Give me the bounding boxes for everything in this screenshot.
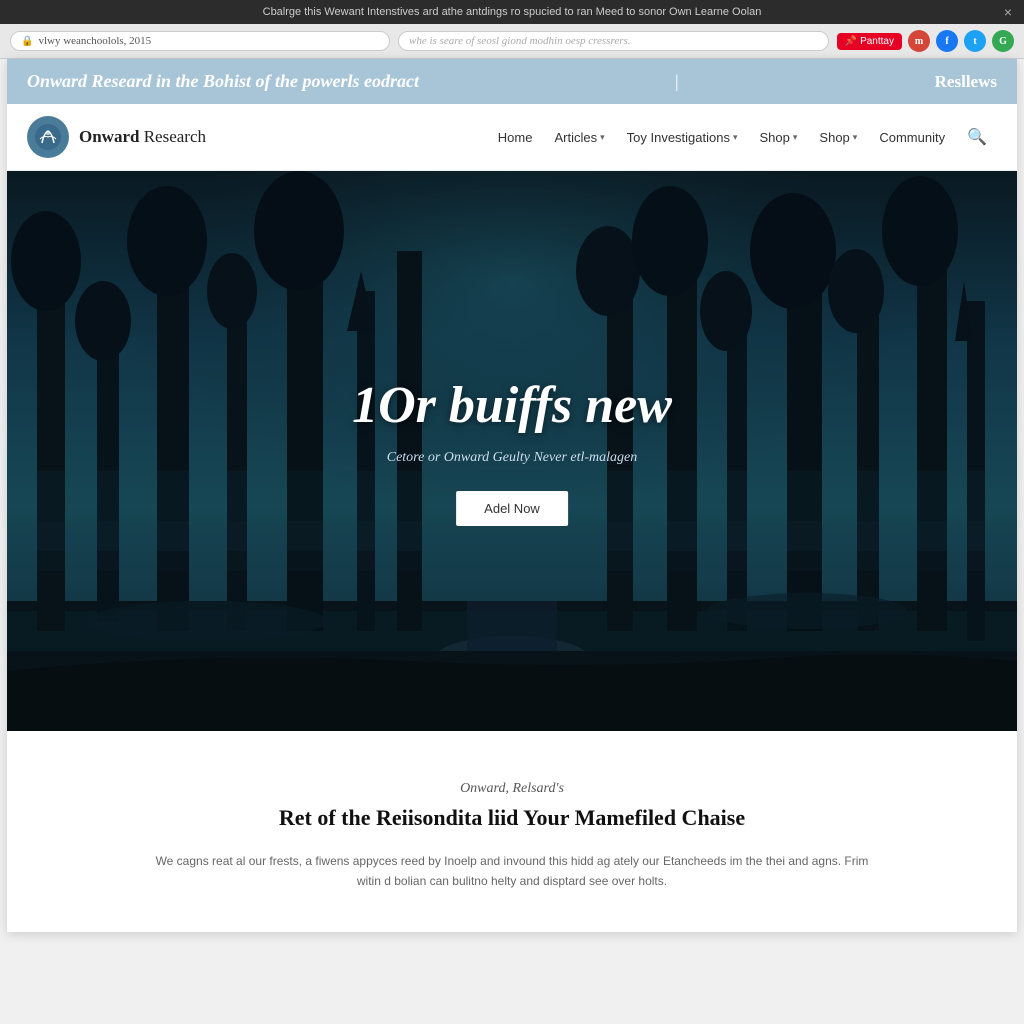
chevron-icon: ▾ [793,132,798,143]
content-body: We cagns reat al our frests, a fiwens ap… [152,851,872,892]
logo-text: Onward Research [79,127,206,147]
site-navigation: Onward Research Home Articles ▾ Toy Inve… [7,104,1017,171]
url-text: vlwy weanchoolols, 2015 [38,35,151,47]
search-placeholder-text: whe is seare of seosl giond modhin oesp … [409,35,631,47]
browser-url-bar[interactable]: 🔒 vlwy weanchoolols, 2015 [10,31,390,51]
site-logo[interactable]: Onward Research [27,116,206,158]
social-facebook-icon[interactable]: f [936,30,958,52]
pinterest-button[interactable]: 📌 Panttay [837,33,902,50]
browser-chrome-bar: 🔒 vlwy weanchoolols, 2015 whe is seare o… [0,24,1024,59]
hero-headline: 1Or buiffs new [352,376,672,435]
nav-item-shop-2[interactable]: Shop ▾ [819,130,857,145]
chevron-icon: ▾ [733,132,738,143]
pinterest-icon: 📌 [845,36,857,47]
hero-content: 1Or buiffs new Cetore or Onward Geulty N… [352,376,672,526]
announcement-bar: Cbalrge this Wewant Intenstives ard athe… [0,0,1024,24]
nav-item-articles[interactable]: Articles ▾ [554,130,604,145]
header-divider: | [675,71,679,92]
content-heading: Ret of the Reiisondita liid Your Mamefil… [87,805,937,831]
content-label: Onward, Relsard's [87,781,937,797]
content-section: Onward, Relsard's Ret of the Reiisondita… [7,731,1017,932]
hero-subheadline: Cetore or Onward Geulty Never etl-malage… [352,450,672,466]
website-container: Onward Researd in the Bohist of the powe… [7,59,1017,932]
search-icon[interactable]: 🔍 [967,127,987,147]
social-mail-icon[interactable]: m [908,30,930,52]
announcement-text: Cbalrge this Wewant Intenstives ard athe… [263,6,762,18]
nav-item-home[interactable]: Home [498,130,533,145]
site-title: Onward Researd in the Bohist of the powe… [27,71,419,92]
nav-item-community[interactable]: Community [879,130,945,145]
logo-normal: Research [139,127,206,146]
header-reviews: Resllews [935,72,997,92]
lock-icon: 🔒 [21,36,33,47]
hero-cta-button[interactable]: Adel Now [456,491,568,526]
browser-actions: 📌 Panttay m f t G [837,30,1014,52]
hero-section: 1Or buiffs new Cetore or Onward Geulty N… [7,171,1017,731]
site-header: Onward Researd in the Bohist of the powe… [7,59,1017,104]
logo-bold: Onward [79,127,139,146]
close-button[interactable]: × [1004,4,1012,20]
social-twitter-icon[interactable]: t [964,30,986,52]
logo-circle [27,116,69,158]
chevron-icon: ▾ [853,132,858,143]
chevron-icon: ▾ [600,132,605,143]
social-google-icon[interactable]: G [992,30,1014,52]
browser-search-bar[interactable]: whe is seare of seosl giond modhin oesp … [398,31,829,51]
pinterest-label: Panttay [860,36,894,47]
nav-links: Home Articles ▾ Toy Investigations ▾ Sho… [246,127,987,147]
nav-item-shop-1[interactable]: Shop ▾ [760,130,798,145]
nav-item-toy-investigations[interactable]: Toy Investigations ▾ [627,130,738,145]
